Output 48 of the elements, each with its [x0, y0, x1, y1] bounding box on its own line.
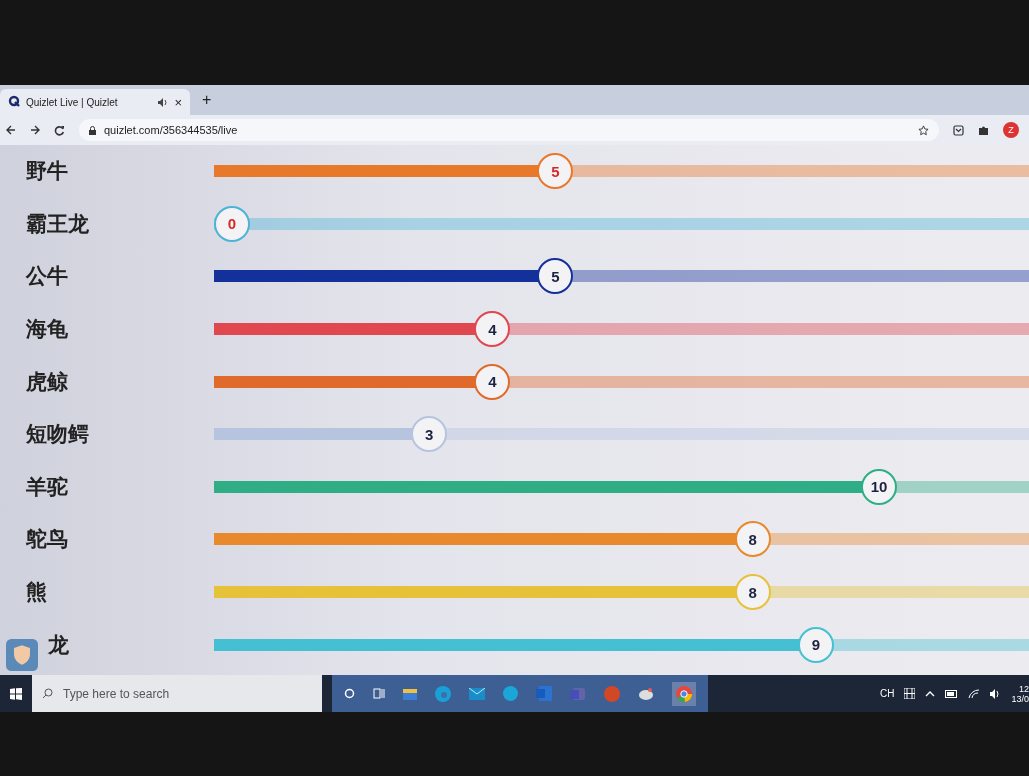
browser-tab[interactable]: Quizlet Live | Quizlet ×: [0, 89, 190, 115]
clock-date[interactable]: 13/0: [1011, 693, 1029, 704]
score-marker: 0: [214, 205, 250, 242]
score-marker: 9: [797, 626, 834, 663]
battery-icon[interactable]: [945, 689, 959, 698]
lock-icon: [89, 125, 96, 135]
team-name: 野牛: [26, 158, 69, 185]
score-marker: 5: [537, 153, 574, 190]
search-icon: [42, 688, 53, 699]
team-name: 羊驼: [26, 473, 69, 500]
score-marker: 10: [860, 468, 897, 505]
team-name: 熊: [26, 579, 48, 606]
close-tab-button[interactable]: ×: [174, 94, 182, 110]
tab-title: Quizlet Live | Quizlet: [26, 96, 119, 108]
score-marker: 5: [537, 258, 574, 295]
team-name: 短吻鳄: [26, 421, 90, 448]
clock-time[interactable]: 12: [1019, 683, 1029, 694]
profile-avatar[interactable]: Z: [1003, 122, 1019, 138]
task-view-icon[interactable]: [373, 688, 385, 699]
team-name: 龙: [48, 631, 70, 658]
team-name: 虎鲸: [26, 368, 69, 395]
team-name: 公牛: [26, 263, 69, 290]
score-marker: 8: [734, 574, 771, 611]
chevron-up-icon[interactable]: [925, 690, 936, 697]
score-marker: 4: [474, 363, 511, 400]
new-tab-button[interactable]: +: [202, 91, 212, 109]
wifi-icon[interactable]: [968, 688, 981, 699]
forward-icon[interactable]: [30, 125, 40, 135]
team-name: 海龟: [26, 316, 69, 343]
score-marker: 3: [411, 416, 448, 453]
address-field[interactable]: quizlet.com/356344535/live: [79, 119, 939, 141]
chrome-icon[interactable]: [672, 681, 696, 706]
cortana-icon[interactable]: [344, 688, 355, 699]
language-indicator[interactable]: CH: [880, 688, 895, 699]
taskbar-search-field[interactable]: Type here to search: [32, 675, 322, 712]
speaker-icon[interactable]: [158, 97, 169, 107]
keyboard-icon[interactable]: [904, 688, 916, 699]
mail-icon[interactable]: [469, 687, 485, 700]
windows-start-icon[interactable]: [10, 687, 22, 700]
score-marker: 4: [474, 311, 511, 348]
team-name: 鸵鸟: [26, 526, 69, 553]
back-icon[interactable]: [6, 125, 16, 135]
pocket-icon[interactable]: [953, 124, 964, 136]
star-icon[interactable]: [918, 124, 929, 136]
volume-icon[interactable]: [990, 688, 1002, 699]
score-marker: 8: [734, 521, 771, 558]
folder-icon[interactable]: [403, 687, 417, 700]
reload-icon[interactable]: [54, 124, 65, 136]
